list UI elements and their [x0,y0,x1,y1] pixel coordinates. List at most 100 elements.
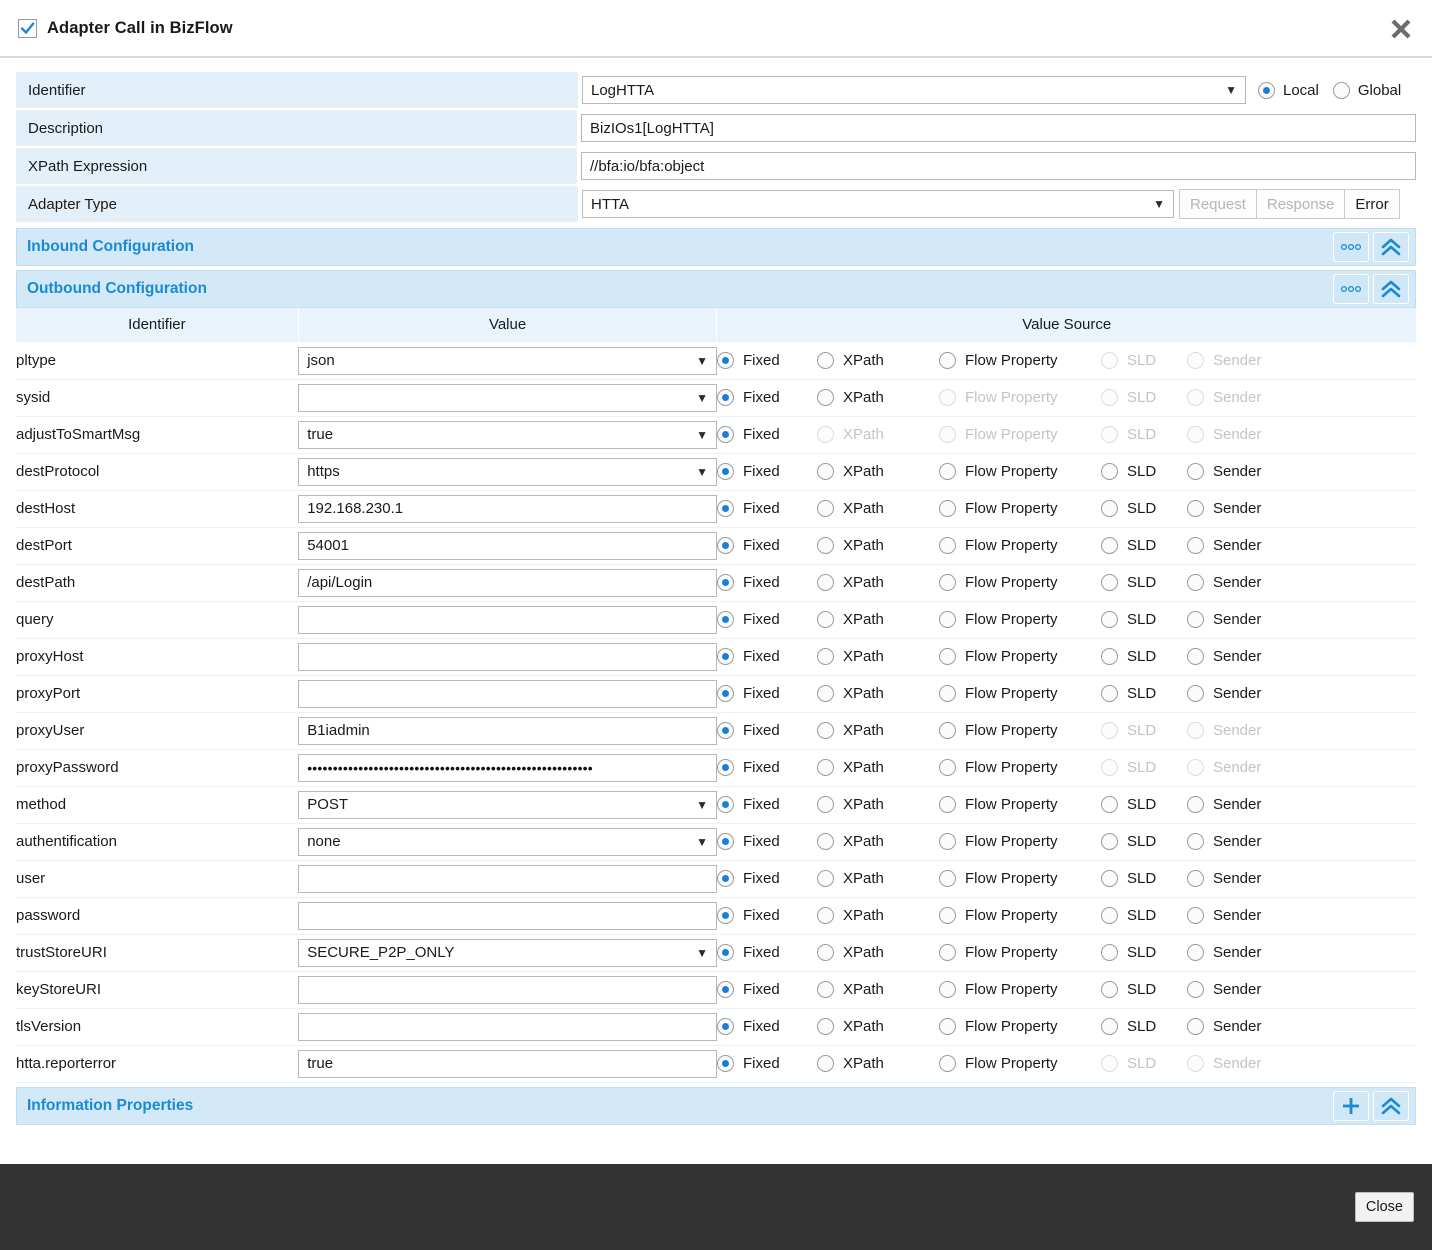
radio-xpath[interactable] [817,500,834,517]
row-value-input[interactable] [298,976,717,1004]
radio-fixed[interactable] [717,574,734,591]
radio-flow-property[interactable] [939,1055,956,1072]
value-source-option-fixed[interactable]: Fixed [717,981,817,998]
radio-sld[interactable] [1101,833,1118,850]
value-source-option-fixed[interactable]: Fixed [717,574,817,591]
radio-fixed[interactable] [717,648,734,665]
double-chevron-up-icon[interactable] [1373,232,1409,262]
radio-sld[interactable] [1101,796,1118,813]
radio-xpath[interactable] [817,759,834,776]
radio-flow-property[interactable] [939,574,956,591]
radio-flow-property[interactable] [939,611,956,628]
value-source-option-sld[interactable]: SLD [1101,463,1187,480]
radio-sld[interactable] [1101,500,1118,517]
value-source-option-sld[interactable]: SLD [1101,500,1187,517]
value-source-option-flow-property[interactable]: Flow Property [939,833,1101,850]
row-value-select[interactable]: SECURE_P2P_ONLY▼ [298,939,717,967]
value-source-option-xpath[interactable]: XPath [817,500,939,517]
radio-flow-property[interactable] [939,981,956,998]
radio-flow-property[interactable] [939,759,956,776]
value-source-option-fixed[interactable]: Fixed [717,648,817,665]
radio-xpath[interactable] [817,1055,834,1072]
value-source-option-sld[interactable]: SLD [1101,981,1187,998]
radio-fixed[interactable] [717,722,734,739]
radio-sender[interactable] [1187,833,1204,850]
value-source-option-xpath[interactable]: XPath [817,1055,939,1072]
plus-icon[interactable] [1333,1091,1369,1121]
value-source-option-sld[interactable]: SLD [1101,1018,1187,1035]
value-source-option-sld[interactable]: SLD [1101,611,1187,628]
value-source-option-xpath[interactable]: XPath [817,981,939,998]
radio-fixed[interactable] [717,981,734,998]
radio-fixed[interactable] [717,1018,734,1035]
radio-sender[interactable] [1187,907,1204,924]
radio-sender[interactable] [1187,611,1204,628]
value-source-option-fixed[interactable]: Fixed [717,944,817,961]
radio-fixed[interactable] [717,1055,734,1072]
value-source-option-sender[interactable]: Sender [1187,796,1287,813]
radio-fixed[interactable] [717,759,734,776]
value-source-option-flow-property[interactable]: Flow Property [939,722,1101,739]
value-source-option-sld[interactable]: SLD [1101,685,1187,702]
value-source-option-sender[interactable]: Sender [1187,648,1287,665]
value-source-option-xpath[interactable]: XPath [817,907,939,924]
radio-fixed[interactable] [717,870,734,887]
value-source-option-sender[interactable]: Sender [1187,500,1287,517]
radio-sld[interactable] [1101,685,1118,702]
radio-flow-property[interactable] [939,648,956,665]
scope-radio-global[interactable] [1333,82,1350,99]
row-value-input[interactable] [298,680,717,708]
radio-flow-property[interactable] [939,944,956,961]
value-source-option-fixed[interactable]: Fixed [717,463,817,480]
radio-xpath[interactable] [817,648,834,665]
value-source-option-fixed[interactable]: Fixed [717,611,817,628]
value-source-option-flow-property[interactable]: Flow Property [939,537,1101,554]
value-source-option-fixed[interactable]: Fixed [717,833,817,850]
section-outbound-configuration[interactable]: Outbound Configuration [16,270,1416,308]
row-value-input[interactable]: 54001 [298,532,717,560]
radio-xpath[interactable] [817,981,834,998]
row-value-select[interactable]: true▼ [298,421,717,449]
value-source-option-xpath[interactable]: XPath [817,722,939,739]
value-source-option-flow-property[interactable]: Flow Property [939,648,1101,665]
value-source-option-sender[interactable]: Sender [1187,907,1287,924]
value-source-option-fixed[interactable]: Fixed [717,796,817,813]
row-value-input[interactable]: B1iadmin [298,717,717,745]
value-source-option-xpath[interactable]: XPath [817,759,939,776]
value-source-option-flow-property[interactable]: Flow Property [939,796,1101,813]
value-source-option-fixed[interactable]: Fixed [717,759,817,776]
radio-sld[interactable] [1101,611,1118,628]
value-source-option-flow-property[interactable]: Flow Property [939,611,1101,628]
row-value-input[interactable] [298,865,717,893]
radio-sender[interactable] [1187,870,1204,887]
row-value-input[interactable] [298,902,717,930]
response-button[interactable]: Response [1256,189,1346,219]
value-source-option-xpath[interactable]: XPath [817,463,939,480]
radio-sld[interactable] [1101,981,1118,998]
value-source-option-fixed[interactable]: Fixed [717,1055,817,1072]
radio-sender[interactable] [1187,685,1204,702]
radio-flow-property[interactable] [939,352,956,369]
radio-flow-property[interactable] [939,907,956,924]
row-value-select[interactable]: ▼ [298,384,717,412]
radio-fixed[interactable] [717,426,734,443]
double-chevron-up-icon[interactable] [1373,274,1409,304]
radio-xpath[interactable] [817,611,834,628]
identifier-select[interactable]: LogHTTA ▼ [582,76,1246,104]
value-source-option-xpath[interactable]: XPath [817,352,939,369]
value-source-option-sld[interactable]: SLD [1101,648,1187,665]
row-value-input[interactable] [298,1013,717,1041]
radio-xpath[interactable] [817,463,834,480]
radio-xpath[interactable] [817,796,834,813]
value-source-option-xpath[interactable]: XPath [817,648,939,665]
radio-flow-property[interactable] [939,833,956,850]
radio-flow-property[interactable] [939,870,956,887]
value-source-option-fixed[interactable]: Fixed [717,1018,817,1035]
value-source-option-sender[interactable]: Sender [1187,611,1287,628]
radio-sld[interactable] [1101,1018,1118,1035]
error-button[interactable]: Error [1344,189,1399,219]
radio-fixed[interactable] [717,944,734,961]
radio-fixed[interactable] [717,352,734,369]
section-inbound-configuration[interactable]: Inbound Configuration [16,228,1416,266]
value-source-option-flow-property[interactable]: Flow Property [939,463,1101,480]
